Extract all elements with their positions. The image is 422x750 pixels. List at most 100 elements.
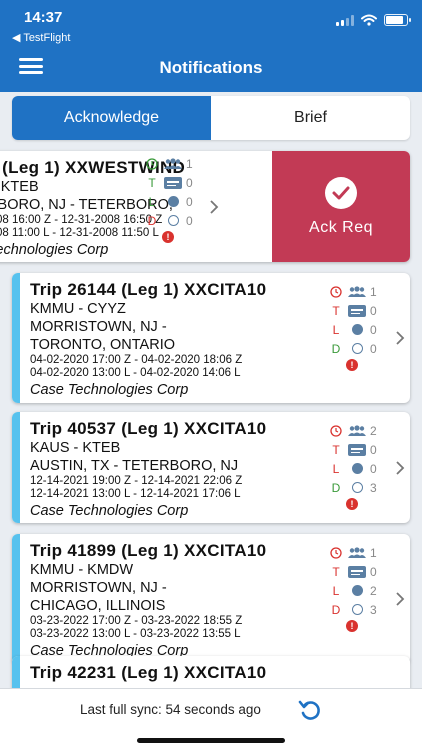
- card-accent-bar: [12, 273, 20, 403]
- chevron-right-icon: [210, 199, 219, 214]
- status-icons: [336, 14, 411, 26]
- card-accent-bar: [12, 412, 20, 523]
- filled-dot-icon: [351, 463, 363, 474]
- crew-count: 2: [370, 423, 377, 438]
- crew-icon: [344, 285, 370, 298]
- chevron-right-icon: [396, 592, 405, 606]
- crew-icon: [160, 157, 186, 170]
- trip-route: KMMU - KMDW: [30, 562, 134, 578]
- checkmark-icon: [325, 177, 357, 209]
- trip-card[interactable]: Trip 26144 (Leg 1) XXCITA10 KMMU - CYYZ …: [12, 273, 410, 403]
- filled-dot-icon: [167, 196, 179, 207]
- d-status-label: D: [331, 341, 341, 356]
- trip-company: Case Technologies Corp: [30, 382, 189, 398]
- page-title: Notifications: [159, 58, 263, 77]
- crew-count: 1: [186, 156, 193, 171]
- trip-card[interactable]: Trip 42231 (Leg 1) XXCITA10: [12, 656, 410, 688]
- document-icon: [348, 565, 366, 578]
- clock-icon: [144, 157, 160, 170]
- ack-req-label: Ack Req: [309, 219, 373, 236]
- filled-dot-icon: [351, 324, 363, 335]
- d-count: 3: [370, 602, 377, 617]
- card-accent-bar: [12, 656, 20, 688]
- trip-cities: CHICAGO, ILLINOIS: [30, 598, 166, 614]
- trip-cities: MORRISTOWN, NJ -: [30, 319, 167, 335]
- warning-icon: !: [346, 359, 358, 371]
- t-status-label: T: [332, 442, 340, 457]
- trip-title: Trip 40537 (Leg 1) XXCITA10: [30, 419, 267, 438]
- trip-cities: MORRISTOWN, NJ -: [30, 580, 167, 596]
- l-status-label: L: [332, 461, 340, 476]
- t-count: 0: [370, 564, 377, 579]
- last-sync-text: Last full sync: 54 seconds ago: [80, 702, 261, 717]
- back-to-testflight[interactable]: ◀ TestFlight: [12, 31, 70, 44]
- battery-level: [386, 16, 403, 24]
- chevron-right-icon: [396, 460, 405, 475]
- trip-local-times: 12-14-2021 13:00 L - 12-14-2021 17:06 L: [30, 488, 241, 500]
- document-icon: [348, 443, 366, 456]
- d-status-label: D: [147, 213, 157, 228]
- trip-utc-times: 04-02-2020 17:00 Z - 04-02-2020 18:06 Z: [30, 354, 243, 366]
- trip-local-times: 04-02-2020 13:00 L - 04-02-2020 14:06 L: [30, 367, 241, 379]
- tab-brief[interactable]: Brief: [211, 96, 410, 140]
- trip-utc-times: 12-14-2021 19:00 Z - 12-14-2021 22:06 Z: [30, 475, 243, 487]
- warning-icon: !: [346, 498, 358, 510]
- trip-cities: AUSTIN, TX - TETERBORO, NJ: [30, 458, 239, 474]
- d-count: 0: [370, 341, 377, 356]
- empty-dot-icon: [167, 215, 179, 226]
- document-icon: [164, 176, 182, 189]
- warning-icon: !: [346, 620, 358, 632]
- chevron-right-icon: [396, 331, 405, 345]
- l-count: 0: [186, 194, 193, 209]
- d-count: 0: [186, 213, 193, 228]
- trip-card[interactable]: Trip 40537 (Leg 1) XXCITA10 KAUS - KTEB …: [12, 412, 410, 523]
- clock-icon: [328, 285, 344, 298]
- notifications-list[interactable]: Acknowledge Brief Trip 1 (Leg 1) XXWESTW…: [0, 92, 422, 688]
- t-status-label: T: [148, 175, 156, 190]
- trip-title: Trip 26144 (Leg 1) XXCITA10: [30, 280, 267, 299]
- battery-icon: [384, 14, 411, 26]
- warning-icon: !: [162, 231, 174, 243]
- d-status-label: D: [331, 602, 341, 617]
- l-count: 0: [370, 461, 377, 476]
- tab-acknowledge[interactable]: Acknowledge: [12, 96, 211, 140]
- trip-info: Trip 41899 (Leg 1) XXCITA10 KMMU - KMDW …: [30, 541, 318, 661]
- trip-status-panel: 1 T 0 L 0 D 0 !: [144, 155, 210, 262]
- trip-card[interactable]: Trip 41899 (Leg 1) XXCITA10 KMMU - KMDW …: [12, 534, 410, 664]
- d-status-label: D: [331, 480, 341, 495]
- empty-dot-icon: [351, 604, 363, 615]
- trip-status-panel: 1 T 0 L 2 D 3 !: [328, 544, 394, 654]
- segmented-control: Acknowledge Brief: [12, 96, 410, 140]
- trip-title: Trip 41899 (Leg 1) XXCITA10: [30, 541, 267, 560]
- l-status-label: L: [332, 322, 340, 337]
- trip-status-panel: 2 T 0 L 0 D 3 !: [328, 422, 394, 523]
- trip-local-times: 03-23-2022 13:00 L - 03-23-2022 13:55 L: [30, 628, 241, 640]
- sync-refresh-icon[interactable]: [298, 698, 322, 722]
- trip-info: Trip 40537 (Leg 1) XXCITA10 KAUS - KTEB …: [30, 419, 318, 521]
- t-count: 0: [370, 442, 377, 457]
- sync-footer: Last full sync: 54 seconds ago: [0, 688, 422, 750]
- ack-req-button[interactable]: Ack Req: [272, 151, 410, 262]
- crew-count: 1: [370, 284, 377, 299]
- trip-info: Trip 42231 (Leg 1) XXCITA10: [30, 663, 318, 683]
- trip-info: Trip 26144 (Leg 1) XXCITA10 KMMU - CYYZ …: [30, 280, 318, 400]
- crew-count: 1: [370, 545, 377, 560]
- t-status-label: T: [332, 564, 340, 579]
- t-count: 0: [370, 303, 377, 318]
- trip-utc-times: 03-23-2022 17:00 Z - 03-23-2022 18:55 Z: [30, 615, 243, 627]
- clock-icon: [328, 546, 344, 559]
- crew-icon: [344, 546, 370, 559]
- trip-status-panel: 1 T 0 L 0 D 0 !: [328, 283, 394, 393]
- trip-cities: TORONTO, ONTARIO: [30, 337, 176, 353]
- document-icon: [348, 304, 366, 317]
- d-count: 3: [370, 480, 377, 495]
- trip-title: Trip 42231 (Leg 1) XXCITA10: [30, 663, 267, 682]
- cellular-signal-icon: [336, 14, 354, 26]
- clock-icon: [328, 424, 344, 437]
- home-indicator: [137, 738, 285, 743]
- trip-route: KAUS - KTEB: [30, 440, 121, 456]
- t-count: 0: [186, 175, 193, 190]
- filled-dot-icon: [351, 585, 363, 596]
- trip-route: KMMU - CYYZ: [30, 301, 126, 317]
- crew-icon: [344, 424, 370, 437]
